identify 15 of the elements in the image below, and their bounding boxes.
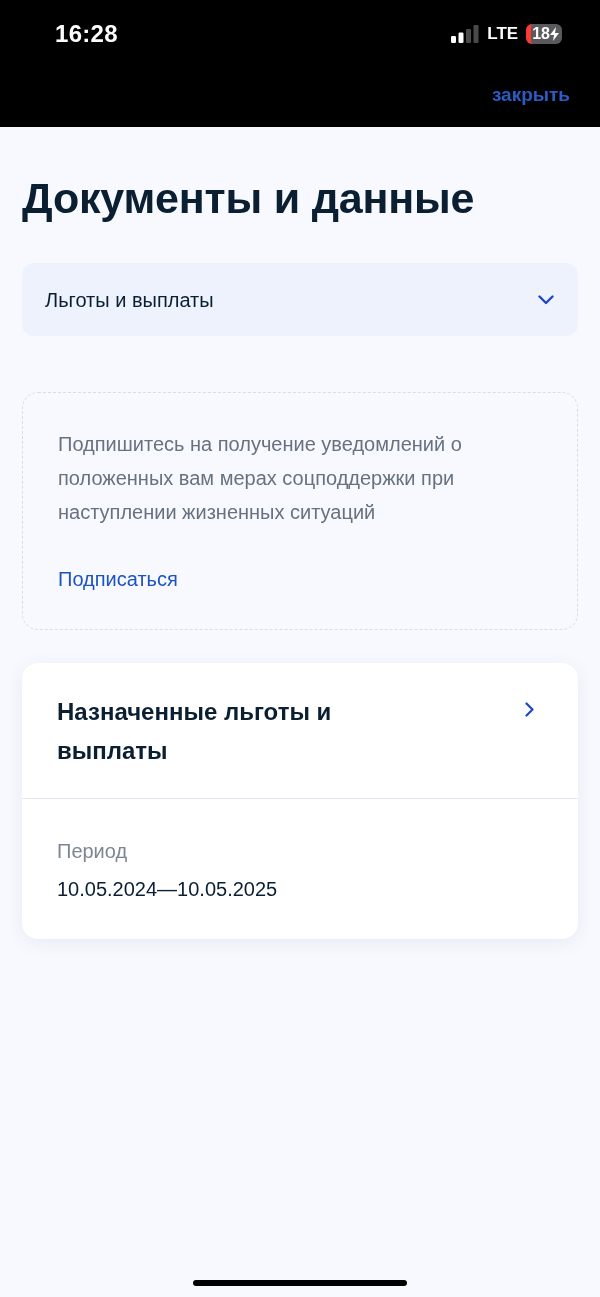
- network-type-label: LTE: [487, 24, 519, 44]
- field-label: Период: [57, 839, 129, 864]
- category-dropdown[interactable]: Льготы и выплаты: [22, 263, 578, 336]
- signal-strength-icon: [451, 25, 480, 43]
- chevron-right-icon: [525, 702, 534, 717]
- benefits-card[interactable]: Назначенные льготы и выплаты Период 10.05.2024—10.05.2025: [22, 663, 578, 939]
- charging-bolt-icon: [550, 27, 559, 41]
- field-value: 10.05.2024—10.05.2025: [57, 877, 279, 902]
- card-title: Назначенные льготы и выплаты: [57, 697, 333, 766]
- status-time: 16:28: [55, 20, 118, 48]
- chevron-down-icon: [538, 294, 554, 305]
- page-title: Документы и данные: [22, 173, 476, 223]
- notice-text: Подпишитесь на получение уведомлений о положенных вам мерах соцподдержки при наступлении жизненных ситуаций: [58, 432, 463, 525]
- battery-percentage: 18: [532, 24, 550, 44]
- subscribe-link[interactable]: Подписаться: [58, 562, 178, 596]
